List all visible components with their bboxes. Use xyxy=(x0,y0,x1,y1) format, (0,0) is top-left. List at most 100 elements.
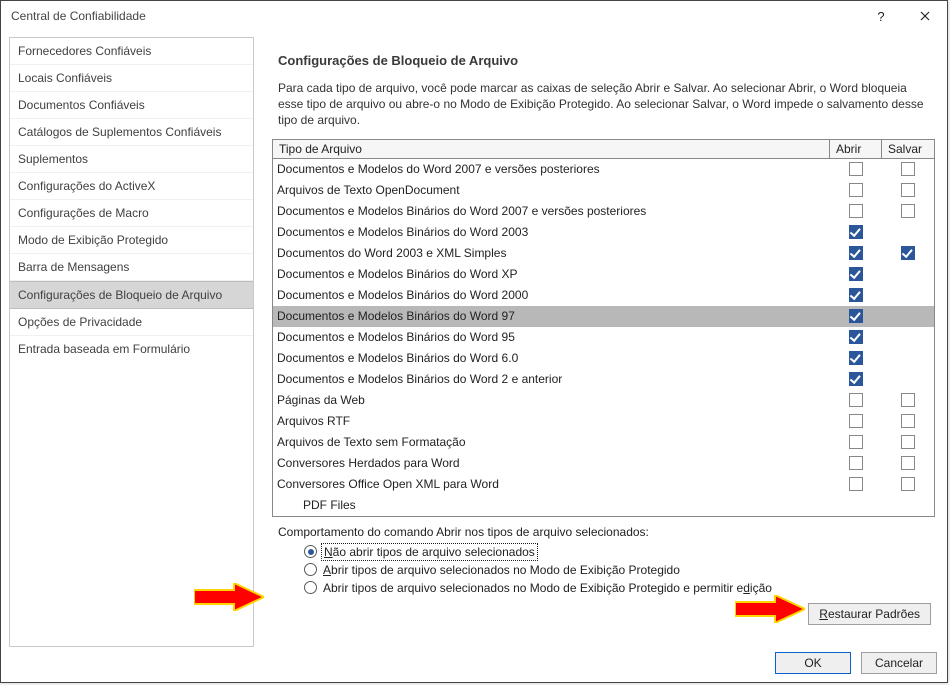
body: Fornecedores ConfiáveisLocais Confiáveis… xyxy=(1,31,947,655)
save-cell xyxy=(882,162,934,176)
save-cell xyxy=(882,372,934,386)
save-cell xyxy=(882,183,934,197)
open-cell xyxy=(830,246,882,260)
table-row[interactable]: Documentos e Modelos Binários do Word XP xyxy=(273,264,934,285)
checkbox-save xyxy=(901,330,915,344)
sidebar-item[interactable]: Fornecedores Confiáveis xyxy=(10,38,253,65)
ok-button[interactable]: OK xyxy=(775,652,851,674)
sidebar-item[interactable]: Locais Confiáveis xyxy=(10,65,253,92)
checkbox-open[interactable] xyxy=(849,435,863,449)
checkbox-save[interactable] xyxy=(901,246,915,260)
radio-label: Abrir tipos de arquivo selecionados no M… xyxy=(323,563,680,577)
checkbox-open[interactable] xyxy=(849,456,863,470)
table-row[interactable]: Arquivos RTF xyxy=(273,411,934,432)
file-type-cell: Páginas da Web xyxy=(273,393,830,407)
checkbox-save[interactable] xyxy=(901,162,915,176)
sidebar-item[interactable]: Configurações do ActiveX xyxy=(10,173,253,200)
open-cell xyxy=(830,225,882,239)
checkbox-open[interactable] xyxy=(849,183,863,197)
checkbox-open[interactable] xyxy=(849,351,863,365)
checkbox-open[interactable] xyxy=(849,372,863,386)
radio-icon xyxy=(304,563,317,576)
titlebar: Central de Confiabilidade ? xyxy=(1,1,947,31)
table-header: Tipo de Arquivo Abrir Salvar xyxy=(273,140,934,159)
restore-row: Restaurar Padrões xyxy=(272,597,935,625)
checkbox-save[interactable] xyxy=(901,393,915,407)
checkbox-save xyxy=(901,498,915,512)
close-button[interactable] xyxy=(903,1,947,31)
save-cell xyxy=(882,288,934,302)
radio-label: Não abrir tipos de arquivo selecionados xyxy=(323,545,536,559)
table-row[interactable]: Documentos e Modelos do Word 2007 e vers… xyxy=(273,159,934,180)
main-panel: Configurações de Bloqueio de Arquivo Par… xyxy=(254,37,939,647)
save-cell xyxy=(882,414,934,428)
file-block-table: Tipo de Arquivo Abrir Salvar Documentos … xyxy=(272,139,935,517)
checkbox-save xyxy=(901,267,915,281)
save-cell xyxy=(882,330,934,344)
table-row[interactable]: Documentos do Word 2003 e XML Simples xyxy=(273,243,934,264)
checkbox-save[interactable] xyxy=(901,414,915,428)
sidebar-item[interactable]: Documentos Confiáveis xyxy=(10,92,253,119)
open-cell xyxy=(830,183,882,197)
title-actions: ? xyxy=(859,1,947,31)
checkbox-save[interactable] xyxy=(901,204,915,218)
sidebar-item[interactable]: Modo de Exibição Protegido xyxy=(10,227,253,254)
restore-defaults-button[interactable]: Restaurar Padrões xyxy=(808,603,931,625)
checkbox-open[interactable] xyxy=(849,225,863,239)
col-open: Abrir xyxy=(830,140,882,158)
file-type-cell: Documentos e Modelos Binários do Word 20… xyxy=(273,204,830,218)
radio-option[interactable]: Não abrir tipos de arquivo selecionados xyxy=(278,543,929,561)
table-row[interactable]: Documentos e Modelos Binários do Word 20… xyxy=(273,222,934,243)
checkbox-save xyxy=(901,372,915,386)
table-row[interactable]: Arquivos de Texto OpenDocument xyxy=(273,180,934,201)
table-row[interactable]: PDF Files xyxy=(273,495,934,516)
open-cell xyxy=(830,498,882,512)
sidebar-item[interactable]: Configurações de Macro xyxy=(10,200,253,227)
close-icon xyxy=(920,9,930,24)
section-title: Configurações de Bloqueio de Arquivo xyxy=(272,37,935,80)
table-row[interactable]: Páginas da Web xyxy=(273,390,934,411)
table-row[interactable]: Documentos e Modelos Binários do Word 6.… xyxy=(273,348,934,369)
checkbox-open[interactable] xyxy=(849,267,863,281)
table-row[interactable]: Documentos e Modelos Binários do Word 95 xyxy=(273,327,934,348)
open-cell xyxy=(830,204,882,218)
checkbox-open[interactable] xyxy=(849,309,863,323)
file-type-cell: Documentos e Modelos Binários do Word 20… xyxy=(273,288,830,302)
checkbox-save[interactable] xyxy=(901,456,915,470)
sidebar-item[interactable]: Entrada baseada em Formulário xyxy=(10,336,253,362)
checkbox-save[interactable] xyxy=(901,183,915,197)
table-row[interactable]: Arquivos de Texto sem Formatação xyxy=(273,432,934,453)
save-cell xyxy=(882,393,934,407)
sidebar-item[interactable]: Barra de Mensagens xyxy=(10,254,253,281)
checkbox-open[interactable] xyxy=(849,162,863,176)
table-row[interactable]: Conversores Herdados para Word xyxy=(273,453,934,474)
table-row[interactable]: Conversores Office Open XML para Word xyxy=(273,474,934,495)
radio-icon xyxy=(304,581,317,594)
checkbox-save[interactable] xyxy=(901,435,915,449)
sidebar-item[interactable]: Opções de Privacidade xyxy=(10,309,253,336)
table-row[interactable]: Documentos e Modelos Binários do Word 20… xyxy=(273,285,934,306)
radio-option[interactable]: Abrir tipos de arquivo selecionados no M… xyxy=(278,561,929,579)
table-row[interactable]: Documentos e Modelos Binários do Word 2 … xyxy=(273,369,934,390)
footer: OK Cancelar xyxy=(775,652,937,674)
sidebar-item[interactable]: Suplementos xyxy=(10,146,253,173)
radio-icon xyxy=(304,545,317,558)
table-row[interactable]: Documentos e Modelos Binários do Word 20… xyxy=(273,201,934,222)
sidebar-item[interactable]: Configurações de Bloqueio de Arquivo xyxy=(10,281,253,309)
help-button[interactable]: ? xyxy=(859,1,903,31)
checkbox-open[interactable] xyxy=(849,204,863,218)
file-type-cell: Conversores Herdados para Word xyxy=(273,456,830,470)
checkbox-save[interactable] xyxy=(901,477,915,491)
checkbox-open[interactable] xyxy=(849,477,863,491)
checkbox-open[interactable] xyxy=(849,414,863,428)
table-row[interactable]: Documentos e Modelos Binários do Word 97 xyxy=(273,306,934,327)
checkbox-open[interactable] xyxy=(849,288,863,302)
radio-option[interactable]: Abrir tipos de arquivo selecionados no M… xyxy=(278,579,929,597)
window-title: Central de Confiabilidade xyxy=(11,9,146,23)
checkbox-open[interactable] xyxy=(849,330,863,344)
open-cell xyxy=(830,456,882,470)
checkbox-open[interactable] xyxy=(849,246,863,260)
cancel-button[interactable]: Cancelar xyxy=(861,652,937,674)
sidebar-item[interactable]: Catálogos de Suplementos Confiáveis xyxy=(10,119,253,146)
checkbox-open[interactable] xyxy=(849,393,863,407)
